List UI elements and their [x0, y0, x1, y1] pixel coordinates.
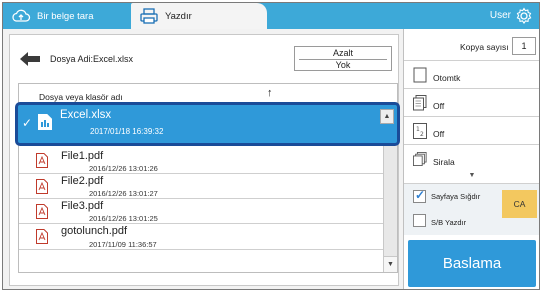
copies-input[interactable]: 1: [512, 37, 536, 55]
n-up-option[interactable]: 1 2 Off: [404, 118, 539, 145]
pdf-file-icon: [36, 204, 48, 219]
user-name[interactable]: User: [490, 3, 511, 29]
copies-row: Kopya sayısı 1: [404, 29, 539, 61]
check-icon: ✓: [22, 116, 33, 130]
print-settings-panel: Kopya sayısı 1 Otomtk Off 1 2 Off Sirala…: [403, 29, 539, 289]
file-name-label: Dosya Adi:Excel.xlsx: [50, 54, 134, 64]
copies-label: Kopya sayısı: [460, 42, 509, 52]
paper-size-icon: [413, 67, 427, 83]
tab-scan[interactable]: Bir belge tara: [3, 3, 131, 29]
print-checkboxes: ✓ Sayfaya Sığdır S/B Yazdır CA: [404, 183, 539, 235]
file-date: 2016/12/26 13:01:25: [89, 214, 158, 223]
fit-page-label: Sayfaya Sığdır: [431, 192, 481, 201]
file-name: File2.pdf: [61, 175, 104, 187]
column-header-name: Dosya veya klasör adı: [39, 92, 123, 102]
collate-icon: [413, 152, 427, 166]
file-name: Excel.xlsx: [60, 109, 112, 121]
gear-icon[interactable]: [515, 7, 533, 25]
sort-order-button[interactable]: Azalt Yok: [294, 46, 392, 71]
selected-file-row[interactable]: ✓ Excel.xlsx 2017/01/18 16:39:32 ▲: [15, 102, 400, 146]
top-bar: Bir belge tara Yazdır User: [3, 3, 539, 29]
sort-order-label: Azalt: [332, 48, 353, 58]
n-up-label: Off: [433, 129, 445, 139]
sort-arrow-icon: ↑: [267, 87, 273, 99]
ca-badge: CA: [502, 190, 537, 218]
tab-print-label: Yazdır: [165, 10, 192, 22]
file-name: gotolunch.pdf: [61, 225, 128, 237]
file-browser-panel: Dosya Adi:Excel.xlsx Azalt Yok Dosya vey…: [9, 34, 399, 286]
list-item[interactable]: File2.pdf 2016/12/26 13:01:27: [19, 174, 385, 199]
pdf-file-icon: [36, 153, 48, 168]
check-icon: ✓: [415, 188, 426, 202]
file-name: File1.pdf: [61, 150, 104, 162]
bw-print-checkbox[interactable]: [413, 214, 426, 227]
list-item[interactable]: File1.pdf 2016/12/26 13:01:26: [19, 148, 385, 174]
n-up-icon: 1 2: [413, 123, 427, 139]
file-date: 2016/12/26 13:01:26: [89, 164, 158, 173]
list-item[interactable]: gotolunch.pdf 2017/11/09 11:36:57: [19, 224, 385, 250]
file-name: File3.pdf: [61, 200, 104, 212]
print-screen: Bir belge tara Yazdır User Dosya Adi:Exc…: [2, 2, 540, 290]
pdf-file-icon: [36, 229, 48, 244]
duplex-label: Off: [433, 101, 445, 111]
list-header[interactable]: Dosya veya klasör adı ↑: [19, 84, 383, 104]
start-button[interactable]: Baslama: [408, 240, 536, 287]
expand-options-icon[interactable]: ▼: [404, 169, 539, 182]
file-date: 2017/01/18 16:39:32: [90, 127, 164, 136]
paper-size-option[interactable]: Otomtk: [404, 62, 539, 89]
duplex-option[interactable]: Off: [404, 90, 539, 117]
scroll-up-button[interactable]: ▲: [380, 109, 394, 124]
excel-file-icon: [38, 114, 52, 130]
duplex-icon: [413, 95, 427, 111]
printer-icon: [140, 8, 158, 24]
file-bar: Dosya Adi:Excel.xlsx Azalt Yok: [18, 45, 392, 73]
list-item[interactable]: File3.pdf 2016/12/26 13:01:25: [19, 199, 385, 224]
pdf-file-icon: [36, 179, 48, 194]
back-arrow-icon[interactable]: [18, 50, 42, 68]
paper-size-label: Otomtk: [433, 73, 461, 83]
collate-label: Sirala: [433, 157, 455, 167]
bw-print-label: S/B Yazdır: [431, 218, 467, 227]
sort-order-value: Yok: [299, 59, 387, 71]
file-date: 2017/11/09 11:36:57: [89, 240, 157, 249]
scroll-down-button[interactable]: ▼: [383, 256, 397, 272]
cloud-upload-icon: [12, 9, 31, 22]
svg-text:2: 2: [420, 131, 424, 138]
tab-print[interactable]: Yazdır: [131, 3, 267, 29]
tab-scan-label: Bir belge tara: [37, 10, 94, 22]
fit-page-checkbox[interactable]: ✓: [413, 188, 426, 203]
file-date: 2016/12/26 13:01:27: [89, 189, 158, 198]
